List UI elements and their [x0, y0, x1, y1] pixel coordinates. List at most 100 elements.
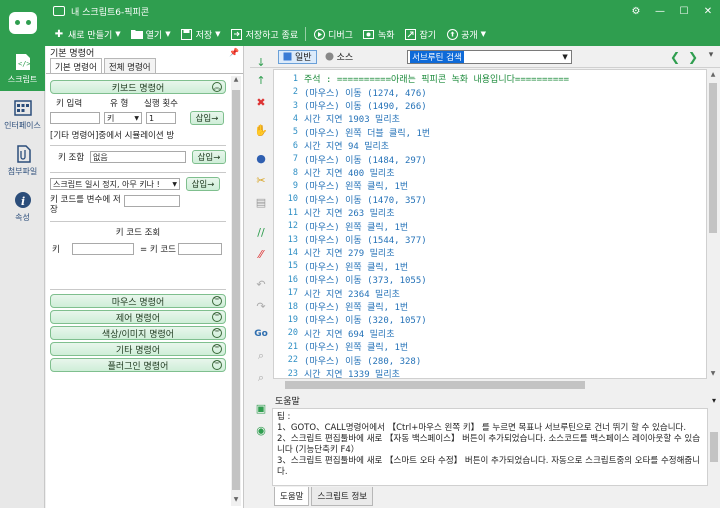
- arrow-up-icon[interactable]: ↑: [253, 72, 269, 88]
- scroll-thumb[interactable]: [710, 432, 718, 462]
- lookup-code-field[interactable]: [178, 243, 222, 255]
- code-line[interactable]: 7 (마우스) 이동 (1484, 297): [274, 152, 706, 166]
- code-line[interactable]: 19 (마우스) 이동 (320, 1057): [274, 313, 706, 327]
- pause-option-select[interactable]: 스크립트 일시 정지, 아무 키나 ! ▼: [50, 178, 180, 190]
- panel-scrollbar[interactable]: ▲ ▼: [231, 76, 241, 506]
- close-button[interactable]: ✕: [696, 6, 720, 17]
- keyboard-commands-group[interactable]: 키보드 명령어 ︽: [50, 80, 226, 94]
- new-button[interactable]: ✚ 새로 만들기 ▼: [48, 24, 126, 44]
- uncomment-icon[interactable]: ⁄⁄: [253, 246, 269, 262]
- scroll-thumb[interactable]: [709, 83, 717, 233]
- normal-mode-tab[interactable]: 일반: [278, 49, 317, 64]
- edit-tools-column: ↓ ↑ ✖ ✋ ● ✂ ▤ // ⁄⁄ ↶ ↷ Go ⌕ ⌕ ▣ ◉: [250, 56, 272, 508]
- code-line[interactable]: 18 (마우스) 왼쪽 클릭, 1번: [274, 300, 706, 314]
- comment-icon[interactable]: //: [253, 224, 269, 240]
- insert-key-button[interactable]: 삽입→: [190, 111, 224, 125]
- hscroll-thumb[interactable]: [285, 381, 585, 389]
- record-button[interactable]: 녹화: [358, 24, 400, 44]
- help-scrollbar[interactable]: [708, 408, 720, 486]
- share-button[interactable]: 공개 ▼: [441, 24, 491, 44]
- delete-icon[interactable]: ✖: [253, 94, 269, 110]
- rail-item-properties[interactable]: i 속성: [0, 184, 45, 229]
- undo-icon[interactable]: ↶: [253, 276, 269, 292]
- code-line[interactable]: 22 (마우스) 이동 (280, 328): [274, 353, 706, 367]
- code-line[interactable]: 12 (마우스) 왼쪽 클릭, 1번: [274, 219, 706, 233]
- scroll-thumb[interactable]: [232, 90, 240, 490]
- script-editor[interactable]: 1 주석 : ==========아래는 픽피콘 녹화 내용입니다========…: [273, 69, 707, 379]
- save-button[interactable]: 저장 ▼: [176, 24, 226, 44]
- debug-button[interactable]: 디버그: [308, 24, 358, 44]
- subroutine-search-select[interactable]: 서브루틴 검색 ▼: [407, 49, 573, 64]
- scroll-down-icon[interactable]: ▼: [231, 496, 241, 506]
- color-image-commands-group[interactable]: 색상/이미지 명령어 ︾: [50, 326, 226, 340]
- code-line[interactable]: 23 시간 지연 1339 밀리초: [274, 367, 706, 378]
- code-line[interactable]: 6 시간 지연 94 밀리초: [274, 139, 706, 153]
- plugin-commands-group[interactable]: 플러그인 명령어 ︾: [50, 358, 226, 372]
- type-select[interactable]: 키 ▼: [104, 112, 142, 124]
- insert-pause-button[interactable]: 삽입→: [186, 177, 220, 191]
- save-exit-button[interactable]: 저장하고 종료: [226, 24, 304, 44]
- user-icon[interactable]: ●: [253, 150, 269, 166]
- open-button[interactable]: 열기 ▼: [126, 24, 176, 44]
- image-icon[interactable]: ▣: [253, 400, 269, 416]
- code-line[interactable]: 16 (마우스) 이동 (373, 1055): [274, 273, 706, 287]
- line-number: 10: [287, 194, 298, 205]
- insert-combo-button[interactable]: 삽입→: [192, 150, 226, 164]
- other-commands-group[interactable]: 기타 명령어 ︾: [50, 342, 226, 356]
- pin-icon[interactable]: 📌: [229, 48, 239, 57]
- paste-icon[interactable]: ▤: [253, 194, 269, 210]
- find-icon[interactable]: ⌕: [253, 348, 269, 364]
- tab-basic-commands[interactable]: 기본 명령어: [50, 58, 102, 73]
- tab-all-commands[interactable]: 전체 명령어: [103, 58, 156, 73]
- rail-item-interface[interactable]: 인터페이스: [0, 92, 45, 137]
- collapse-icon[interactable]: ▾: [702, 50, 720, 64]
- cut-icon[interactable]: ✂: [253, 172, 269, 188]
- scroll-up-icon[interactable]: ▲: [707, 71, 719, 78]
- redo-icon[interactable]: ↷: [253, 298, 269, 314]
- rail-item-attachment[interactable]: 첨부파일: [0, 138, 45, 183]
- editor-hscrollbar[interactable]: [273, 379, 707, 391]
- code-line[interactable]: 10 (마우스) 이동 (1470, 357): [274, 193, 706, 207]
- code-line[interactable]: 14 시간 지연 279 밀리초: [274, 246, 706, 260]
- code-line[interactable]: 8 시간 지연 400 밀리초: [274, 166, 706, 180]
- minimize-button[interactable]: —: [648, 6, 672, 17]
- repeat-count-field[interactable]: 1: [146, 112, 176, 124]
- arrow-left-icon[interactable]: ❮: [666, 50, 684, 64]
- source-mode-tab[interactable]: 소스: [321, 50, 358, 64]
- key-combo-field[interactable]: 없음: [90, 151, 186, 163]
- code-line[interactable]: 20 시간 지연 694 밀리초: [274, 327, 706, 341]
- code-line[interactable]: 9 (마우스) 왼쪽 클릭, 1번: [274, 179, 706, 193]
- code-line[interactable]: 5 (마우스) 왼쪽 더블 클릭, 1번: [274, 126, 706, 140]
- code-line[interactable]: 2 (마우스) 이동 (1274, 476): [274, 85, 706, 99]
- eye-icon[interactable]: ◉: [253, 422, 269, 438]
- code-text: (마우스) 이동 (1484, 297): [304, 155, 427, 166]
- settings-icon[interactable]: ⚙: [624, 6, 648, 17]
- control-commands-group[interactable]: 제어 명령어 ︾: [50, 310, 226, 324]
- lookup-key-field[interactable]: [72, 243, 134, 255]
- rail-item-script[interactable]: </> 스크립트: [0, 46, 45, 91]
- code-line[interactable]: 17 시간 지연 2364 밀리초: [274, 286, 706, 300]
- scroll-up-icon[interactable]: ▲: [231, 76, 241, 86]
- mouse-commands-group[interactable]: 마우스 명령어 ︾: [50, 294, 226, 308]
- goto-icon[interactable]: Go: [253, 326, 269, 342]
- code-line[interactable]: 11 시간 지연 263 밀리초: [274, 206, 706, 220]
- code-line[interactable]: 1 주석 : ==========아래는 픽피콘 녹화 내용입니다========…: [274, 72, 706, 86]
- scroll-down-icon[interactable]: ▼: [707, 370, 719, 377]
- code-line[interactable]: 13 (마우스) 이동 (1544, 377): [274, 233, 706, 247]
- key-input-field[interactable]: [50, 112, 100, 124]
- editor-scrollbar[interactable]: ▲ ▼: [707, 69, 719, 379]
- tab-help[interactable]: 도움말: [274, 487, 310, 506]
- collapse-icon[interactable]: ▾: [712, 396, 716, 405]
- code-line[interactable]: 4 시간 지연 1903 밀리초: [274, 112, 706, 126]
- replace-icon[interactable]: ⌕: [253, 370, 269, 386]
- tab-script-info[interactable]: 스크립트 정보: [311, 487, 374, 506]
- arrow-down-icon[interactable]: ↓: [253, 54, 269, 70]
- arrow-right-icon[interactable]: ❯: [684, 50, 702, 64]
- code-line[interactable]: 15 (마우스) 왼쪽 클릭, 1번: [274, 260, 706, 274]
- variable-field[interactable]: [124, 195, 180, 207]
- capture-button[interactable]: 잡기: [400, 24, 442, 44]
- maximize-button[interactable]: ☐: [672, 6, 696, 17]
- code-line[interactable]: 21 (마우스) 왼쪽 클릭, 1번: [274, 340, 706, 354]
- hand-icon[interactable]: ✋: [253, 122, 269, 138]
- code-line[interactable]: 3 (마우스) 이동 (1490, 266): [274, 99, 706, 113]
